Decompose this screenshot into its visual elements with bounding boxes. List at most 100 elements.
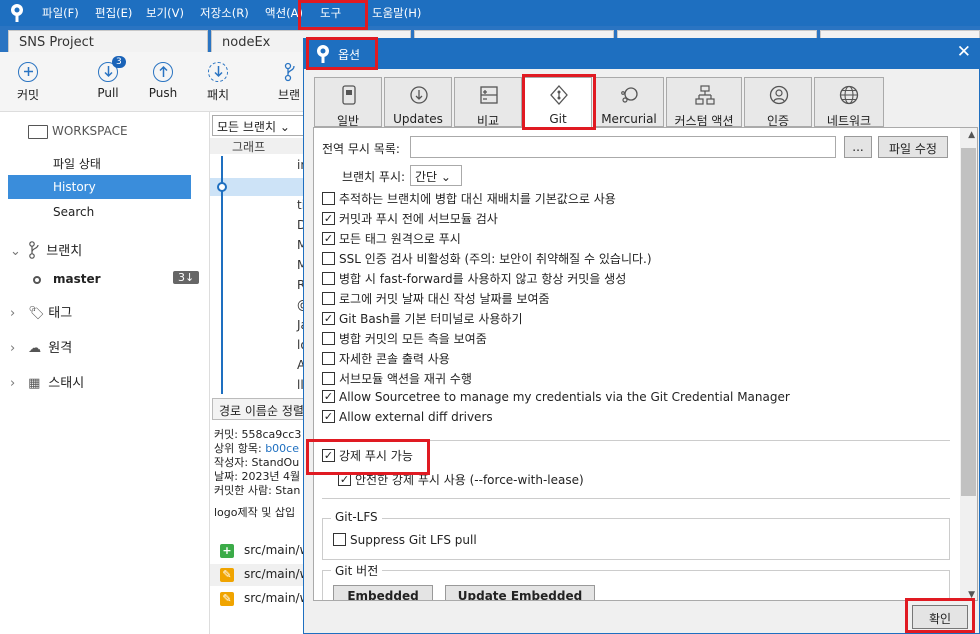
branch-icon [29, 241, 39, 259]
branch-filter-select[interactable]: 모든 브랜치 ⌄ [212, 115, 306, 136]
commit-button[interactable]: 커밋 [3, 62, 53, 103]
tags-label: 태그 [48, 306, 73, 321]
menu-repository[interactable]: 저장소(R) [200, 5, 249, 21]
option-checkbox[interactable] [322, 192, 335, 205]
git-option-row[interactable]: 모든 태그 원격으로 푸시 [322, 230, 461, 248]
tab-custom-actions[interactable]: 커스텀 액션 [666, 77, 742, 127]
sidebar-section-branches[interactable]: ⌄ 브랜치 [10, 240, 82, 259]
git-option-row[interactable]: Git Bash를 기본 터미널로 사용하기 [322, 310, 522, 328]
option-checkbox[interactable] [322, 232, 335, 245]
option-label: Allow Sourcetree to manage my credential… [339, 390, 790, 404]
global-ignore-input[interactable] [410, 136, 836, 158]
dialog-title: 옵션 [338, 48, 361, 62]
git-option-row[interactable]: Allow external diff drivers [322, 410, 493, 428]
option-checkbox[interactable] [322, 352, 335, 365]
git-lfs-title: Git-LFS [331, 510, 382, 524]
ok-button[interactable]: 확인 [912, 605, 968, 629]
patch-button[interactable]: 패치 [193, 62, 243, 103]
sidebar-item-history[interactable]: History [8, 175, 191, 199]
file-row[interactable]: ✎ src/main/w [210, 564, 310, 586]
cloud-icon: ☁ [28, 341, 42, 356]
git-option-row[interactable]: Allow Sourcetree to manage my credential… [322, 390, 790, 408]
globe-icon [839, 85, 859, 105]
menu-help[interactable]: 도움말(H) [372, 5, 421, 21]
git-option-row[interactable]: 추적하는 브랜치에 병합 대신 재배치를 기본값으로 사용 [322, 190, 616, 208]
branch-icon [284, 62, 295, 82]
browse-button[interactable]: ... [844, 136, 872, 158]
doc-tab-sns-project[interactable]: SNS Project [8, 30, 208, 52]
git-lfs-group: Git-LFS Suppress Git LFS pull [322, 510, 950, 560]
sourcetree-logo-icon [11, 4, 23, 22]
sidebar-item-file-status[interactable]: 파일 상태 [8, 150, 191, 174]
option-label: 모든 태그 원격으로 푸시 [339, 232, 461, 246]
branch-button[interactable]: 브랜 [268, 62, 308, 103]
tab-mercurial[interactable]: Mercurial [594, 77, 664, 127]
user-icon [769, 85, 789, 105]
git-option-row[interactable]: 병합 커밋의 모든 측을 보여줌 [322, 330, 487, 348]
tab-authentication[interactable]: 인증 [744, 77, 812, 127]
option-checkbox[interactable] [322, 372, 335, 385]
push-button[interactable]: Push [138, 62, 188, 100]
option-checkbox[interactable] [322, 292, 335, 305]
menu-edit[interactable]: 편집(E) [95, 5, 132, 21]
sidebar-section-stashes[interactable]: › ▦ 스태시 [10, 372, 84, 391]
embedded-button[interactable]: Embedded [333, 585, 433, 600]
git-option-row[interactable]: 서브모듈 액션을 재귀 수행 [322, 370, 472, 388]
git-option-row[interactable]: SSL 인증 검사 비활성화 (주의: 보안이 취약해질 수 있습니다.) [322, 250, 652, 268]
tab-label: 일반 [336, 114, 360, 127]
suppress-lfs-label: Suppress Git LFS pull [350, 533, 477, 547]
option-checkbox[interactable] [322, 312, 335, 325]
tab-general[interactable]: 일반 [314, 77, 382, 127]
option-label: 커밋과 푸시 전에 서브모듈 검사 [339, 212, 498, 226]
git-option-row[interactable]: 병합 시 fast-forward를 사용하지 않고 항상 커밋을 생성 [322, 270, 626, 288]
sidebar-section-remotes[interactable]: › ☁ 원격 [10, 337, 72, 356]
file-row[interactable]: ✎ src/main/w [210, 588, 310, 610]
chevron-right-icon: › [10, 376, 16, 391]
sidebar-section-tags[interactable]: › 🏷 태그 [10, 302, 72, 321]
git-option-row[interactable]: 커밋과 푸시 전에 서브모듈 검사 [322, 210, 498, 228]
tab-diff[interactable]: 비교 [454, 77, 522, 127]
option-checkbox[interactable] [322, 212, 335, 225]
menu-file[interactable]: 파일(F) [42, 5, 79, 21]
git-option-row[interactable]: 로그에 커밋 날짜 대신 작성 날짜를 보여줌 [322, 290, 550, 308]
file-path: src/main/w [244, 591, 310, 605]
option-checkbox[interactable] [322, 410, 335, 423]
update-embedded-button[interactable]: Update Embedded [445, 585, 595, 600]
sidebar-item-search[interactable]: Search [8, 200, 191, 224]
scrollbar-thumb[interactable] [961, 148, 976, 496]
scroll-down-icon[interactable]: ▼ [968, 590, 975, 600]
vertical-scrollbar[interactable]: ▲ ▼ [960, 128, 977, 600]
suppress-lfs-checkbox[interactable] [333, 533, 346, 546]
option-checkbox[interactable] [322, 332, 335, 345]
menu-tools[interactable]: 도구 [320, 5, 341, 21]
branch-master[interactable]: master [53, 272, 101, 286]
scroll-up-icon[interactable]: ▲ [968, 130, 975, 140]
branch-push-select[interactable]: 간단 ⌄ [410, 165, 462, 186]
git-version-group: Git 버전 Embedded Update Embedded [322, 562, 950, 600]
tab-git[interactable]: Git [524, 77, 592, 129]
suppress-lfs-option[interactable]: Suppress Git LFS pull [333, 533, 477, 551]
tab-updates[interactable]: Updates [384, 77, 452, 127]
force-push-checkbox[interactable] [322, 449, 335, 462]
pull-count-badge: 3 [112, 56, 126, 68]
menu-actions[interactable]: 액션(A) [265, 5, 303, 21]
force-push-label: 강제 푸시 가능 [339, 449, 413, 463]
sort-by-path-select[interactable]: 경로 이름순 정렬 [212, 398, 308, 420]
close-icon[interactable]: ✕ [957, 42, 971, 62]
commit-committer: 커밋한 사람: Stan [214, 484, 301, 497]
option-checkbox[interactable] [322, 390, 335, 403]
option-label: 자세한 콘솔 출력 사용 [339, 352, 450, 366]
menu-view[interactable]: 보기(V) [146, 5, 184, 21]
force-with-lease-option[interactable]: 안전한 강제 푸시 사용 (--force-with-lease) [338, 471, 584, 489]
git-option-row[interactable]: 자세한 콘솔 출력 사용 [322, 350, 450, 368]
option-checkbox[interactable] [322, 252, 335, 265]
file-row[interactable]: + src/main/w [210, 540, 310, 562]
file-modified-icon: ✎ [220, 568, 234, 582]
option-label: SSL 인증 검사 비활성화 (주의: 보안이 취약해질 수 있습니다.) [339, 252, 652, 266]
tab-network[interactable]: 네트워크 [814, 77, 884, 127]
edit-file-button[interactable]: 파일 수정 [878, 136, 948, 158]
pull-button[interactable]: 3 Pull [83, 56, 133, 100]
option-checkbox[interactable] [322, 272, 335, 285]
force-push-option[interactable]: 강제 푸시 가능 [322, 447, 413, 465]
force-with-lease-checkbox[interactable] [338, 473, 351, 486]
